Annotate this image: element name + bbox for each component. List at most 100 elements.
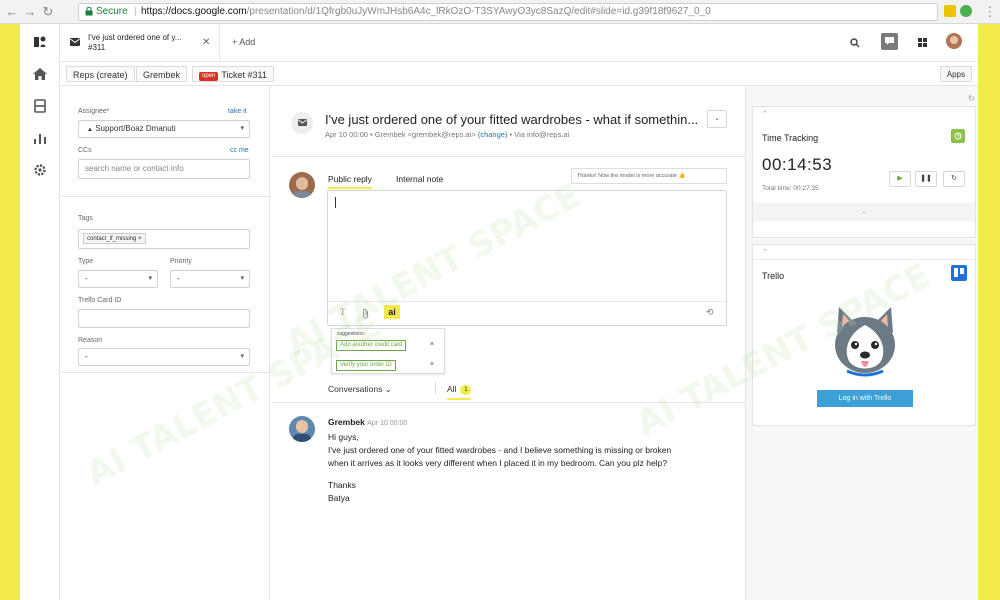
editor-toolbar-divider — [328, 301, 726, 302]
ai-assistant-icon[interactable]: ai — [384, 305, 400, 319]
settings-gear-icon[interactable] — [32, 162, 48, 178]
apps-button[interactable]: Apps — [939, 66, 972, 82]
tag-chip[interactable]: contact_if_missing × — [83, 233, 146, 244]
ticket-channel-avatar — [291, 112, 313, 134]
ticket-date: Apr 10 00:00 — [325, 130, 368, 139]
play-button[interactable]: ▶ — [889, 171, 911, 187]
pause-button[interactable]: ❚❚ — [915, 171, 937, 187]
attachment-icon[interactable] — [362, 308, 369, 319]
trello-card-id-input[interactable] — [78, 309, 250, 328]
conversations-icon[interactable] — [881, 33, 898, 50]
collapse-icon[interactable]: ⌃ — [762, 248, 768, 256]
breadcrumb-requester[interactable]: Grembek — [136, 66, 188, 82]
take-it-link[interactable]: take it — [228, 108, 247, 115]
assignee-value: Support/Boaz Dmanuti — [95, 124, 176, 133]
message-greeting: Hi guys, — [328, 432, 359, 442]
tags-label: Tags — [78, 215, 93, 222]
close-tab-icon[interactable]: ✕ — [202, 37, 210, 48]
macro-icon[interactable]: ⟲ — [706, 307, 714, 318]
assignee-label: Assignee* — [78, 108, 110, 115]
chevron-down-icon: ▾ — [240, 275, 244, 282]
divider — [60, 372, 270, 373]
forward-icon[interactable]: → — [22, 4, 38, 20]
email-icon — [70, 38, 80, 46]
ccs-input[interactable]: search name or contact info — [78, 159, 250, 179]
top-bar: I've just ordered one of y... #311 ✕ + Ad… — [60, 24, 978, 62]
right-accent-strip — [978, 24, 1000, 600]
requester-avatar — [289, 416, 315, 442]
products-grid-icon[interactable] — [918, 38, 927, 47]
breadcrumb-organization[interactable]: Reps (create) — [66, 66, 135, 82]
reason-select[interactable]: - ▾ — [78, 348, 250, 366]
priority-value: - — [177, 274, 180, 283]
ticket-actions-dropdown[interactable]: ⌄ — [707, 110, 727, 128]
model-feedback-button[interactable]: Thanks! Now the model is more accurate 👍 — [571, 168, 727, 184]
email-icon — [297, 119, 307, 126]
back-icon[interactable]: ← — [4, 4, 20, 20]
extension-icon[interactable] — [960, 5, 972, 17]
type-label: Type — [78, 258, 94, 265]
trello-card: ⌃ Trello Log in with Trello — [752, 244, 976, 426]
search-icon[interactable] — [850, 38, 860, 48]
priority-select[interactable]: - ▾ — [170, 270, 250, 288]
message-header: Grembek Apr 10 00:00 — [328, 416, 407, 430]
views-icon[interactable] — [32, 98, 48, 114]
timer-display: 00:14:53 — [762, 155, 833, 174]
refresh-apps-icon[interactable]: ↻ — [968, 94, 975, 103]
time-tracking-icon — [951, 129, 965, 143]
tags-input[interactable]: contact_if_missing × — [78, 229, 250, 249]
message-line: when it arrives as it looks very differe… — [328, 458, 668, 468]
url-path: /presentation/d/1Qfrgb0uJyWmJHsb6A4c_lRk… — [246, 6, 711, 17]
chevron-down-icon: ▾ — [240, 353, 244, 360]
tab-internal-note[interactable]: Internal note — [396, 174, 443, 184]
cc-me-link[interactable]: cc me — [230, 147, 249, 154]
ticket-main: I've just ordered one of your fitted war… — [271, 86, 745, 600]
reload-icon[interactable]: ↻ — [40, 4, 56, 20]
reporting-icon[interactable] — [32, 130, 48, 146]
suggestion-chip[interactable]: Add another credit card — [336, 340, 407, 351]
type-select[interactable]: - ▾ — [78, 270, 158, 288]
suggestions-label: suggestions: — [337, 331, 366, 337]
tab-all-label: All — [447, 384, 457, 394]
app-logo-icon[interactable] — [32, 34, 48, 50]
breadcrumb-ticket[interactable]: open Ticket #311 — [192, 66, 274, 82]
dismiss-suggestion-icon[interactable]: × — [430, 341, 434, 348]
total-time: Total time: 00:27:35 — [762, 185, 819, 192]
url-host: https://docs.google.com — [141, 6, 247, 17]
user-avatar[interactable] — [946, 33, 962, 49]
divider — [271, 402, 745, 403]
ticket-meta: Apr 10 00:00 • Grembek <grembek@reps.ai>… — [325, 130, 570, 139]
left-accent-strip — [0, 24, 20, 600]
login-with-trello-button[interactable]: Log in with Trello — [817, 390, 913, 407]
husky-mascot-icon — [835, 307, 895, 377]
tab-public-reply[interactable]: Public reply — [328, 174, 372, 189]
ticket-subject[interactable]: I've just ordered one of your fitted war… — [325, 112, 698, 127]
assignee-select[interactable]: ▲ Support/Boaz Dmanuti ▾ — [78, 120, 250, 138]
agent-avatar — [289, 172, 315, 198]
reason-value: - — [85, 352, 88, 361]
tab-all[interactable]: All 1 — [447, 384, 472, 400]
collapse-icon[interactable]: ⌃ — [762, 110, 768, 118]
home-icon[interactable] — [32, 66, 48, 82]
text-format-icon[interactable]: T — [340, 307, 346, 317]
reply-editor[interactable]: T ai ⟲ — [327, 190, 727, 326]
conversations-dropdown[interactable]: Conversations ⌄ — [328, 384, 392, 395]
chevron-down-icon: ▾ — [148, 275, 152, 282]
reset-button[interactable]: ↻ — [943, 171, 965, 187]
dismiss-suggestion-icon[interactable]: × — [430, 361, 434, 368]
trello-card-id-label: Trello Card ID — [78, 297, 122, 304]
expand-chevron-icon[interactable]: ⌄ — [753, 203, 975, 221]
menu-icon[interactable]: ⋮ — [982, 4, 998, 20]
message-line: I've just ordered one of your fitted war… — [328, 445, 672, 455]
suggestion-chip[interactable]: Verify your order ID — [336, 360, 396, 371]
time-tracking-title: Time Tracking — [762, 133, 819, 143]
extension-icon[interactable] — [944, 5, 956, 17]
url-text: https://docs.google.com/presentation/d/1… — [141, 4, 711, 20]
add-button[interactable]: + Add — [232, 37, 255, 47]
address-bar[interactable]: Secure | https://docs.google.com/present… — [78, 3, 938, 21]
feedback-text: Thanks! Now the model is more accurate — [577, 173, 677, 179]
ticket-tab-title-line2: #311 — [88, 43, 106, 52]
ticket-tab[interactable]: I've just ordered one of y... #311 ✕ — [60, 24, 220, 62]
message-author[interactable]: Grembek — [328, 417, 365, 427]
change-requester-link[interactable]: (change) — [478, 130, 508, 139]
